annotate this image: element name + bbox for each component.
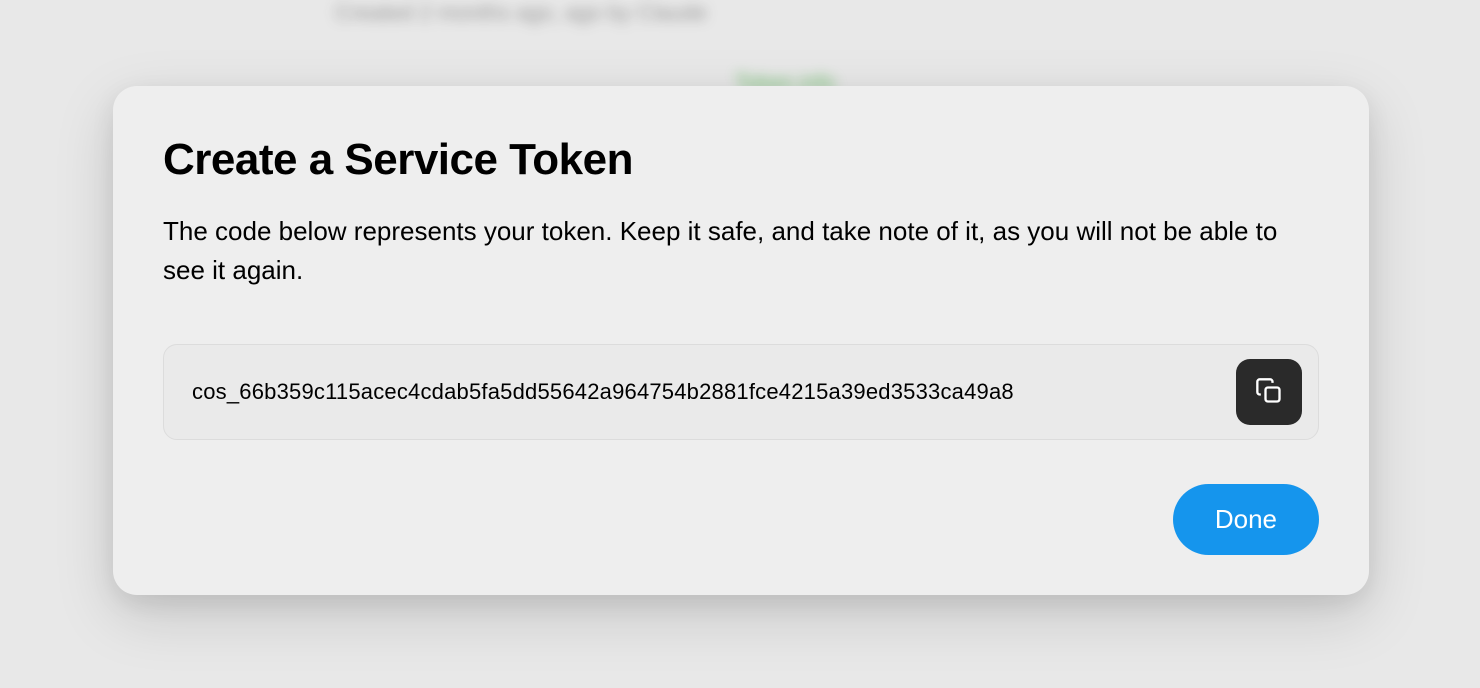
copy-icon: [1255, 377, 1283, 408]
modal-actions: Done: [163, 484, 1319, 555]
create-service-token-modal: Create a Service Token The code below re…: [113, 86, 1369, 595]
copy-token-button[interactable]: [1236, 359, 1302, 425]
modal-description: The code below represents your token. Ke…: [163, 212, 1319, 290]
token-display: cos_66b359c115acec4cdab5fa5dd55642a96475…: [163, 344, 1319, 440]
backdrop-meta-text: Created 2 months ago, ago by Claude: [305, 0, 1175, 26]
modal-title: Create a Service Token: [163, 136, 1319, 184]
token-value: cos_66b359c115acec4cdab5fa5dd55642a96475…: [192, 379, 1014, 405]
done-button[interactable]: Done: [1173, 484, 1319, 555]
